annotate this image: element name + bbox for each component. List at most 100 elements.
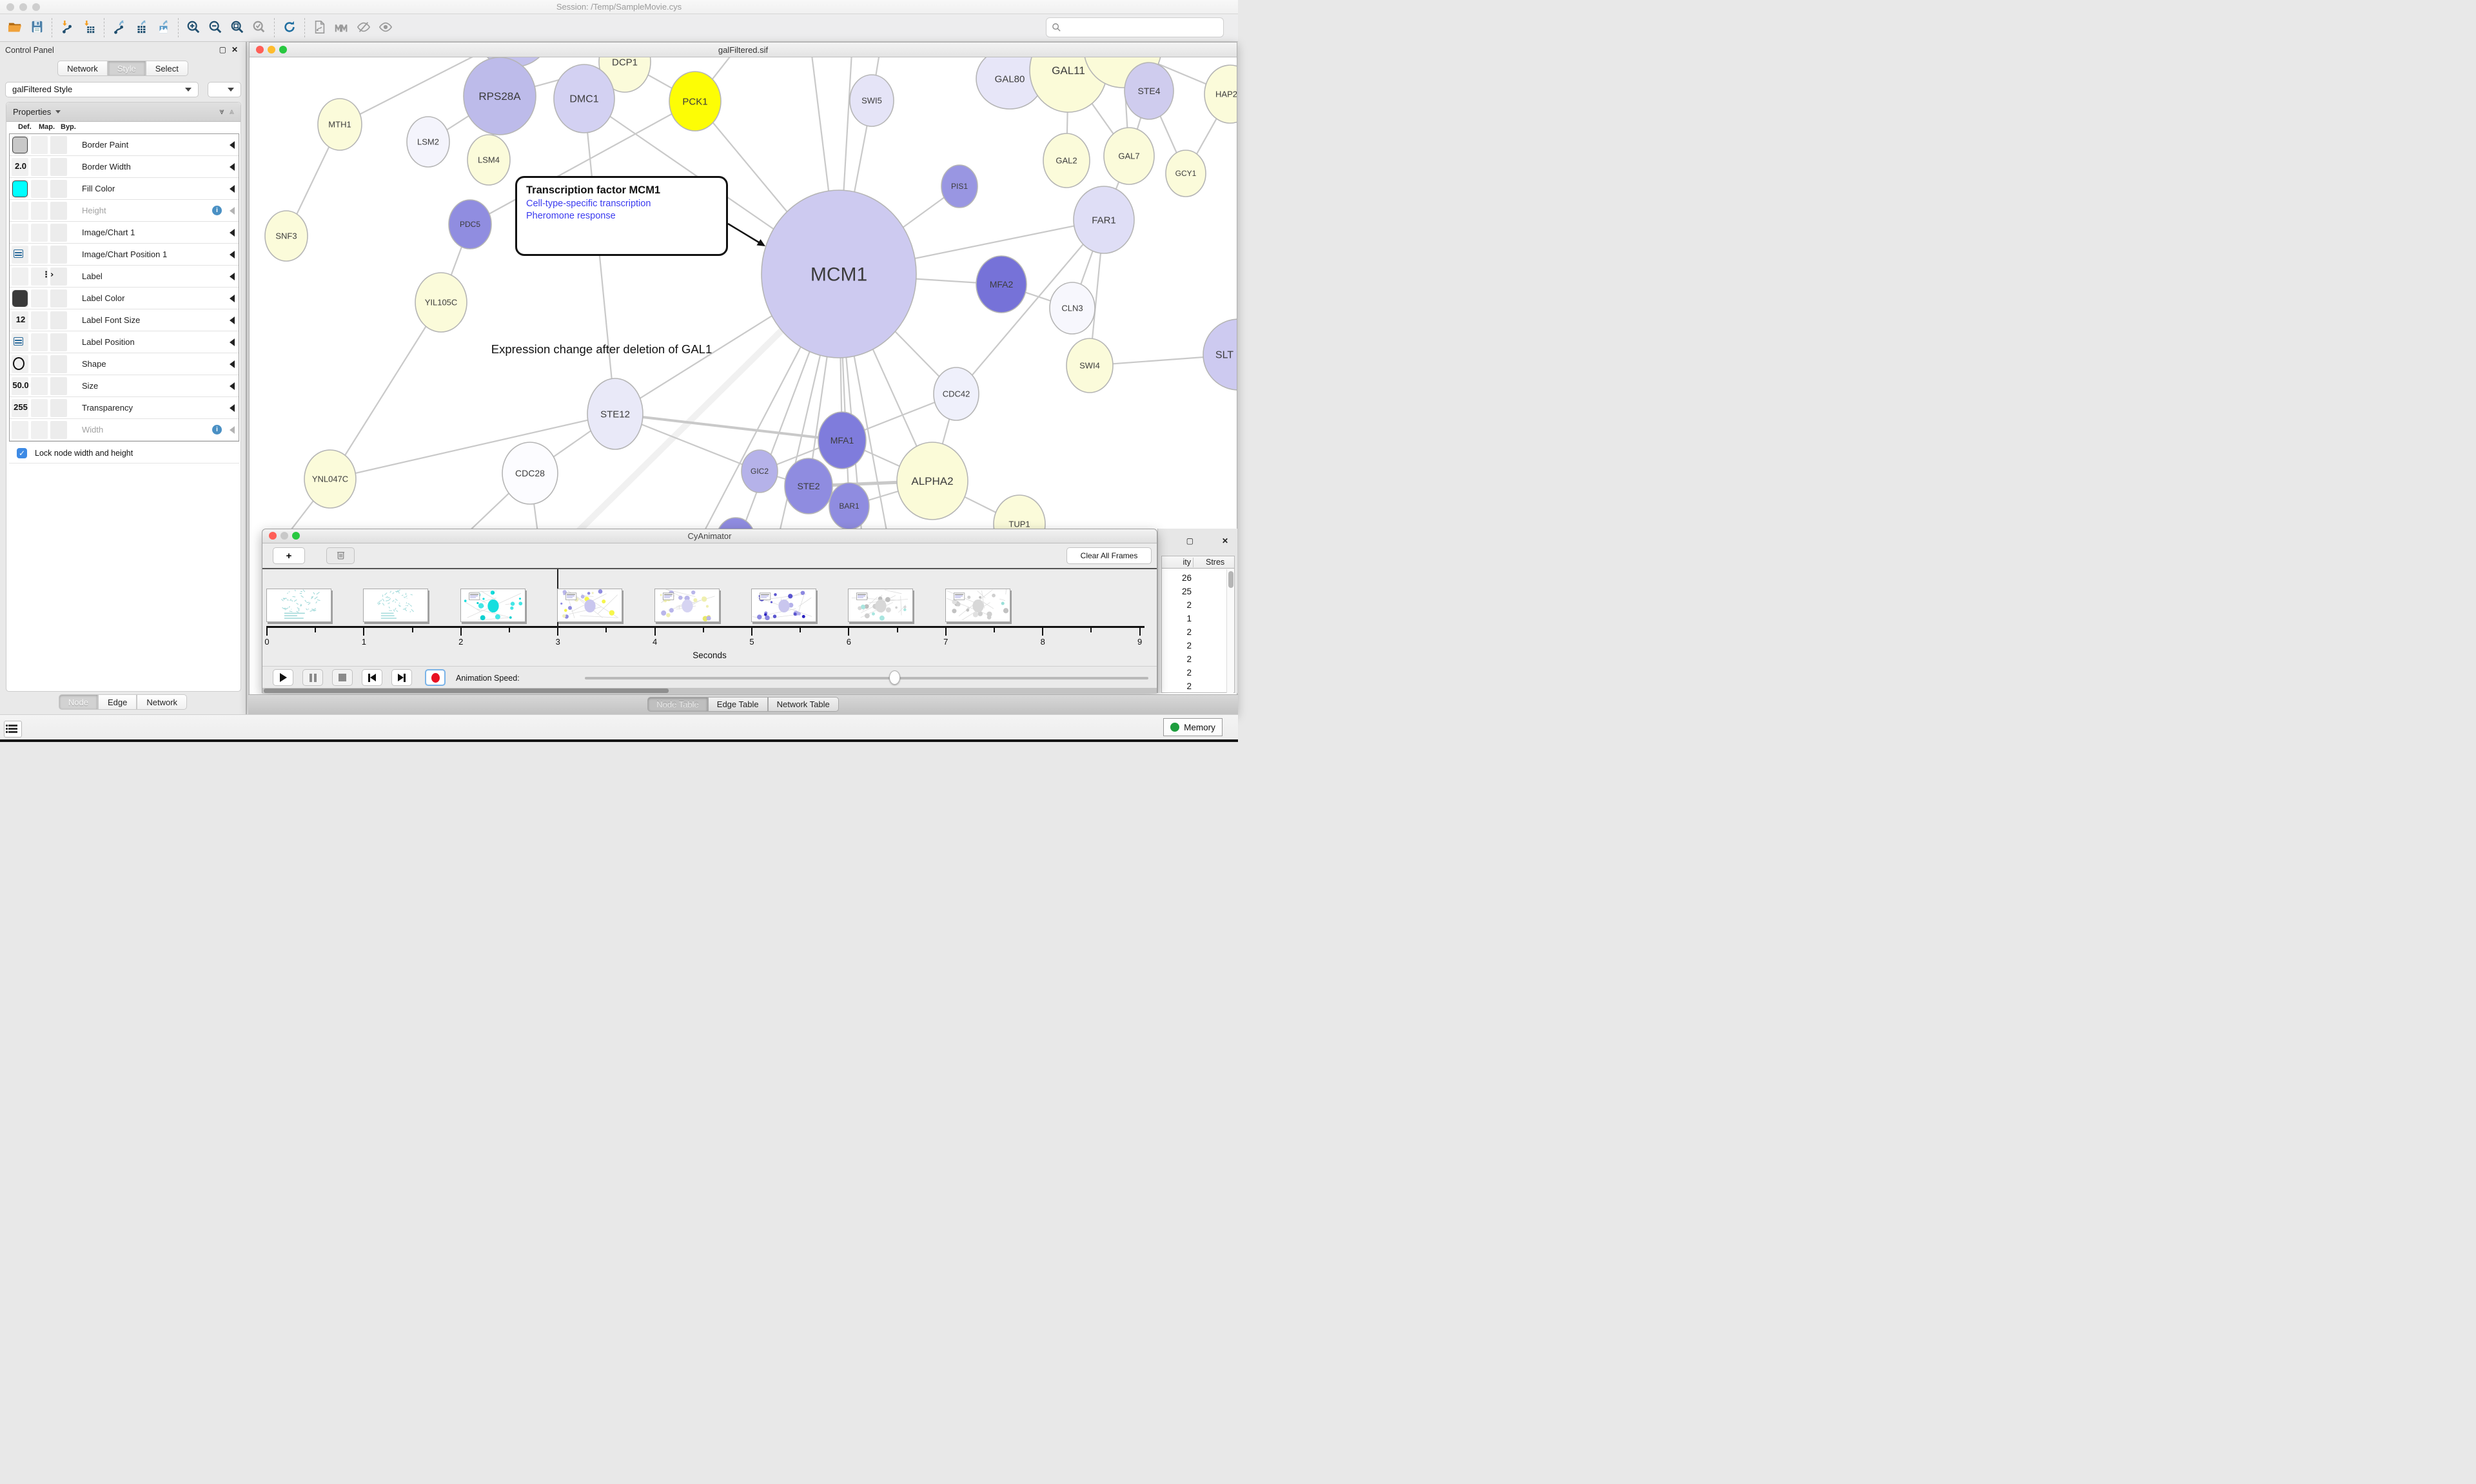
- frame-thumbnail-1[interactable]: [363, 589, 428, 622]
- default-swatch[interactable]: [12, 181, 28, 197]
- browser-tab-edge[interactable]: Edge: [98, 694, 137, 710]
- property-row-label-font-size[interactable]: 12Label Font Size: [10, 309, 239, 331]
- position-icon[interactable]: [14, 337, 23, 346]
- frame-thumbnail-5[interactable]: [751, 589, 816, 622]
- frame-thumbnail-3[interactable]: [557, 589, 622, 622]
- expand-row-icon[interactable]: [230, 251, 235, 259]
- expand-all-icon[interactable]: ⩔: [219, 107, 224, 117]
- property-row-label-color[interactable]: Label Color: [10, 288, 239, 309]
- show-all-button[interactable]: [375, 17, 397, 39]
- default-value[interactable]: 2.0: [11, 161, 30, 171]
- default-value[interactable]: 255: [11, 402, 30, 412]
- table-cell-ity[interactable]: 1: [1162, 614, 1192, 623]
- record-button[interactable]: [425, 669, 446, 686]
- stop-button[interactable]: [332, 669, 353, 686]
- property-row-width[interactable]: Widthi: [10, 419, 239, 441]
- export-table-button[interactable]: [130, 17, 152, 39]
- clone-network-button[interactable]: [309, 17, 331, 39]
- play-button[interactable]: [273, 669, 293, 686]
- previous-frame-button[interactable]: [362, 669, 382, 686]
- property-row-label-position[interactable]: Label Position: [10, 331, 239, 353]
- position-icon[interactable]: [14, 249, 23, 258]
- annotation-link-1[interactable]: Cell-type-specific transcription: [526, 199, 717, 209]
- node-table[interactable]: ity Stres 26 25 2 1 2 2 2 2 2: [1161, 556, 1235, 693]
- collapse-all-icon[interactable]: ⩓: [230, 107, 234, 117]
- style-dropdown[interactable]: galFiltered Style: [5, 82, 199, 97]
- mapping-icon[interactable]: ⋮›: [42, 270, 54, 280]
- expand-row-icon[interactable]: [230, 185, 235, 193]
- column-ity[interactable]: ity: [1162, 558, 1191, 567]
- table-cell-ity[interactable]: 2: [1162, 600, 1192, 610]
- expand-row-icon[interactable]: [230, 207, 235, 215]
- expand-row-icon[interactable]: [230, 338, 235, 346]
- node-table-header[interactable]: ity Stres: [1162, 556, 1234, 569]
- browser-tab-node[interactable]: Node: [59, 694, 98, 710]
- table-cell-ity[interactable]: 25: [1162, 587, 1192, 596]
- info-icon[interactable]: i: [212, 425, 222, 434]
- next-frame-button[interactable]: [391, 669, 412, 686]
- property-row-image-chart-1[interactable]: Image/Chart 1: [10, 222, 239, 244]
- float-panel-icon[interactable]: ▢: [219, 45, 226, 54]
- properties-header[interactable]: Properties ⩔ ⩓: [6, 103, 241, 122]
- annotation-link-2[interactable]: Pheromone response: [526, 211, 717, 221]
- animation-speed-thumb[interactable]: [889, 670, 900, 685]
- frame-thumbnail-4[interactable]: [654, 589, 720, 622]
- property-row-label[interactable]: ⋮›Label: [10, 266, 239, 288]
- expand-row-icon[interactable]: [230, 163, 235, 171]
- zoom-fit-button[interactable]: [226, 17, 248, 39]
- frame-thumbnail-7[interactable]: [945, 589, 1010, 622]
- open-session-button[interactable]: [4, 17, 26, 39]
- close-panel-icon[interactable]: ✕: [1222, 536, 1228, 545]
- add-frame-button[interactable]: +: [273, 547, 305, 564]
- refresh-layout-button[interactable]: [279, 17, 300, 39]
- tab-style[interactable]: Style: [108, 61, 146, 76]
- network-window-titlebar[interactable]: galFiltered.sif: [250, 43, 1237, 57]
- table-cell-ity[interactable]: 26: [1162, 573, 1192, 583]
- info-icon[interactable]: i: [212, 206, 222, 215]
- expand-row-icon[interactable]: [230, 382, 235, 390]
- table-cell-ity[interactable]: 2: [1162, 681, 1192, 691]
- tab-select[interactable]: Select: [146, 61, 188, 76]
- search-input[interactable]: [1046, 17, 1224, 37]
- style-options-button[interactable]: [208, 82, 241, 97]
- table-scrollbar[interactable]: [1226, 569, 1233, 693]
- close-panel-icon[interactable]: ✕: [231, 45, 238, 54]
- import-network-button[interactable]: [56, 17, 78, 39]
- mcm1-annotation[interactable]: Transcription factor MCM1 Cell-type-spec…: [515, 176, 728, 256]
- table-cell-ity[interactable]: 2: [1162, 668, 1192, 678]
- table-scrollbar-thumb[interactable]: [1228, 571, 1233, 588]
- zoom-out-button[interactable]: [204, 17, 226, 39]
- animation-timeline[interactable]: Seconds 0123456789: [262, 569, 1157, 666]
- expand-row-icon[interactable]: [230, 295, 235, 302]
- delete-frame-button[interactable]: [326, 547, 355, 564]
- expand-row-icon[interactable]: [230, 273, 235, 280]
- table-tab-node-table[interactable]: Node Table: [647, 697, 708, 712]
- lock-size-checkbox[interactable]: ✓: [17, 448, 27, 458]
- default-swatch[interactable]: [12, 137, 28, 153]
- table-cell-ity[interactable]: 2: [1162, 654, 1192, 664]
- property-row-shape[interactable]: Shape: [10, 353, 239, 375]
- frame-thumbnail-2[interactable]: [460, 589, 526, 622]
- save-session-button[interactable]: [26, 17, 48, 39]
- table-tab-network-table[interactable]: Network Table: [768, 697, 839, 712]
- export-network-button[interactable]: [108, 17, 130, 39]
- table-cell-ity[interactable]: 2: [1162, 641, 1192, 650]
- zoom-selected-button[interactable]: [248, 17, 270, 39]
- ellipse-shape-icon[interactable]: [13, 357, 25, 370]
- property-row-border-width[interactable]: 2.0Border Width: [10, 156, 239, 178]
- default-swatch[interactable]: [12, 290, 28, 307]
- table-tab-edge-table[interactable]: Edge Table: [708, 697, 768, 712]
- property-row-fill-color[interactable]: Fill Color: [10, 178, 239, 200]
- timeline-scrollbar[interactable]: [262, 688, 1157, 694]
- cyanimator-titlebar[interactable]: CyAnimator: [262, 529, 1157, 543]
- expand-row-icon[interactable]: [230, 141, 235, 149]
- browser-tab-network[interactable]: Network: [137, 694, 187, 710]
- tab-network[interactable]: Network: [57, 61, 108, 76]
- memory-button[interactable]: Memory: [1163, 718, 1223, 736]
- first-neighbors-button[interactable]: [331, 17, 353, 39]
- table-cell-ity[interactable]: 2: [1162, 627, 1192, 637]
- zoom-in-button[interactable]: [182, 17, 204, 39]
- task-history-button[interactable]: [4, 721, 22, 737]
- property-row-height[interactable]: Heighti: [10, 200, 239, 222]
- default-value[interactable]: 50.0: [11, 380, 30, 390]
